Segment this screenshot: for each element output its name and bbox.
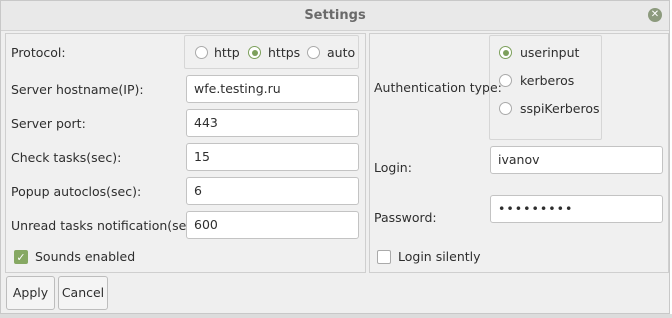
password-label: Password: — [374, 210, 437, 225]
server-port-label: Server port: — [11, 116, 86, 131]
password-input[interactable]: ••••••••• — [490, 195, 663, 223]
protocol-label: Protocol: — [11, 45, 66, 60]
login-label: Login: — [374, 160, 412, 175]
title-bar: Settings ✕ — [1, 1, 669, 31]
unread-notification-input[interactable]: 600 — [186, 211, 359, 239]
protocol-https-radio[interactable] — [248, 46, 261, 59]
login-input[interactable]: ivanov — [490, 146, 663, 174]
popup-autoclose-input[interactable]: 6 — [186, 177, 359, 205]
unread-notification-label: Unread tasks notification(sec): — [11, 218, 203, 233]
checkmark-icon: ✓ — [16, 251, 26, 264]
protocol-http-radio[interactable] — [195, 46, 208, 59]
protocol-auto-radio[interactable] — [307, 46, 320, 59]
protocol-https-label[interactable]: https — [268, 45, 300, 60]
server-port-input[interactable]: 443 — [186, 109, 359, 137]
check-tasks-label: Check tasks(sec): — [11, 150, 122, 165]
sounds-enabled-checkbox[interactable]: ✓ — [14, 250, 28, 264]
protocol-auto-label[interactable]: auto — [327, 45, 355, 60]
auth-userinput-label[interactable]: userinput — [520, 45, 579, 60]
background-window-strip — [0, 314, 672, 318]
sounds-enabled-label[interactable]: Sounds enabled — [35, 249, 135, 264]
protocol-http-label[interactable]: http — [214, 45, 240, 60]
server-hostname-label: Server hostname(IP): — [11, 82, 144, 97]
auth-sspikerberos-label[interactable]: sspiKerberos — [520, 101, 600, 116]
auth-sspikerberos-radio[interactable] — [499, 102, 512, 115]
check-tasks-input[interactable]: 15 — [186, 143, 359, 171]
popup-autoclose-label: Popup autoclos(sec): — [11, 184, 142, 199]
auth-kerberos-label[interactable]: kerberos — [520, 73, 574, 88]
auth-type-label: Authentication type: — [374, 80, 502, 95]
settings-dialog: Settings ✕ Protocol: http https auto Ser… — [0, 0, 670, 314]
server-hostname-input[interactable]: wfe.testing.ru — [186, 75, 359, 103]
login-silently-checkbox[interactable] — [377, 250, 391, 264]
cancel-button[interactable]: Cancel — [58, 276, 108, 310]
auth-kerberos-radio[interactable] — [499, 74, 512, 87]
apply-button[interactable]: Apply — [6, 276, 55, 310]
close-icon[interactable]: ✕ — [648, 8, 662, 22]
login-silently-label[interactable]: Login silently — [398, 249, 481, 264]
window-title: Settings — [304, 8, 366, 23]
auth-userinput-radio[interactable] — [499, 46, 512, 59]
